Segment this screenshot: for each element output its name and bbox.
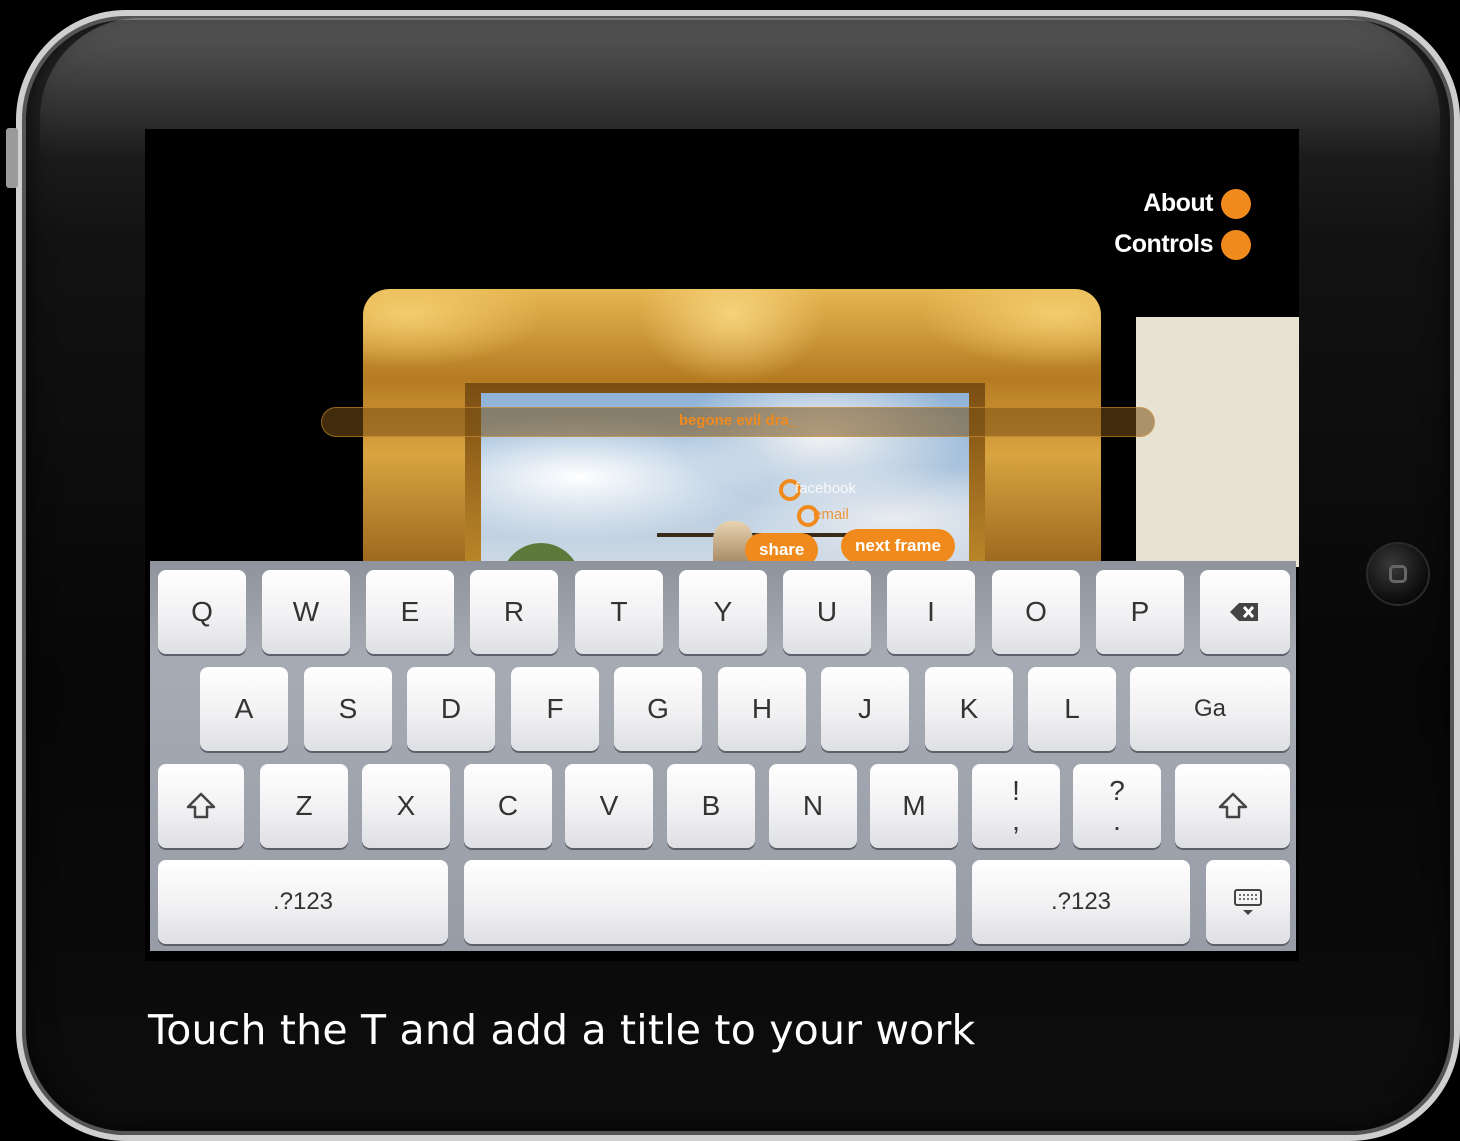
numbers-left-key[interactable]: .?123 — [158, 860, 448, 944]
hide-keyboard-key[interactable] — [1206, 860, 1290, 944]
key-o[interactable]: O — [992, 570, 1080, 654]
about-link[interactable]: About — [1114, 183, 1251, 224]
screen: About Controls begone evil dra_ facebook… — [145, 129, 1299, 961]
shift-right-key[interactable] — [1175, 764, 1290, 848]
numbers-right-key[interactable]: .?123 — [972, 860, 1190, 944]
about-label: About — [1143, 189, 1213, 217]
key-h[interactable]: H — [718, 667, 806, 751]
key-t[interactable]: T — [575, 570, 663, 654]
shift-icon — [186, 792, 216, 819]
key-j[interactable]: J — [821, 667, 909, 751]
controls-dot-icon — [1221, 229, 1251, 260]
controls-link[interactable]: Controls — [1114, 224, 1251, 265]
key-question-top: ? — [1109, 775, 1125, 806]
home-square-icon — [1389, 565, 1407, 583]
controls-label: Controls — [1114, 230, 1213, 258]
key-p[interactable]: P — [1096, 570, 1184, 654]
key-s[interactable]: S — [304, 667, 392, 751]
key-w[interactable]: W — [262, 570, 350, 654]
gilded-frame — [363, 289, 1101, 603]
facebook-label[interactable]: facebook — [795, 480, 856, 497]
key-i[interactable]: I — [887, 570, 975, 654]
backspace-icon — [1230, 603, 1258, 621]
keyboard-hide-icon — [1234, 889, 1262, 915]
key-f[interactable]: F — [511, 667, 599, 751]
title-input-value: begone evil dra_ — [678, 412, 798, 429]
key-r[interactable]: R — [470, 570, 558, 654]
blank-canvas-card[interactable] — [1136, 317, 1299, 567]
key-u[interactable]: U — [783, 570, 871, 654]
shift-icon — [1218, 792, 1247, 819]
top-menu: About Controls — [1114, 183, 1251, 265]
key-b[interactable]: B — [667, 764, 755, 848]
side-button — [6, 128, 18, 188]
key-c[interactable]: C — [464, 764, 552, 848]
key-exclaim-top: ! — [1012, 775, 1020, 806]
instruction-caption: Touch the T and add a title to your work — [148, 1006, 976, 1054]
shift-left-key[interactable] — [158, 764, 244, 848]
key-question-period[interactable]: ? . — [1073, 764, 1161, 848]
key-x[interactable]: X — [362, 764, 450, 848]
key-z[interactable]: Z — [260, 764, 348, 848]
key-exclaim-comma[interactable]: ! , — [972, 764, 1060, 848]
key-m[interactable]: M — [870, 764, 958, 848]
backspace-key[interactable] — [1200, 570, 1290, 654]
key-comma-bottom: , — [1012, 805, 1020, 836]
about-dot-icon — [1221, 188, 1251, 219]
key-a[interactable]: A — [200, 667, 288, 751]
key-y[interactable]: Y — [679, 570, 767, 654]
key-g[interactable]: G — [614, 667, 702, 751]
key-e[interactable]: E — [366, 570, 454, 654]
home-button[interactable] — [1366, 542, 1430, 606]
email-label[interactable]: email — [813, 506, 849, 523]
space-key[interactable] — [464, 860, 956, 944]
key-v[interactable]: V — [565, 764, 653, 848]
key-q[interactable]: Q — [158, 570, 246, 654]
title-input[interactable]: begone evil dra_ — [321, 407, 1155, 437]
key-period-bottom: . — [1113, 805, 1121, 836]
onscreen-keyboard: Q W E R T Y U I O P A S D F G H J K L Ga — [150, 561, 1296, 951]
go-key[interactable]: Ga — [1130, 667, 1290, 751]
key-n[interactable]: N — [769, 764, 857, 848]
key-l[interactable]: L — [1028, 667, 1116, 751]
key-k[interactable]: K — [925, 667, 1013, 751]
key-d[interactable]: D — [407, 667, 495, 751]
next-frame-button[interactable]: next frame — [841, 529, 955, 563]
